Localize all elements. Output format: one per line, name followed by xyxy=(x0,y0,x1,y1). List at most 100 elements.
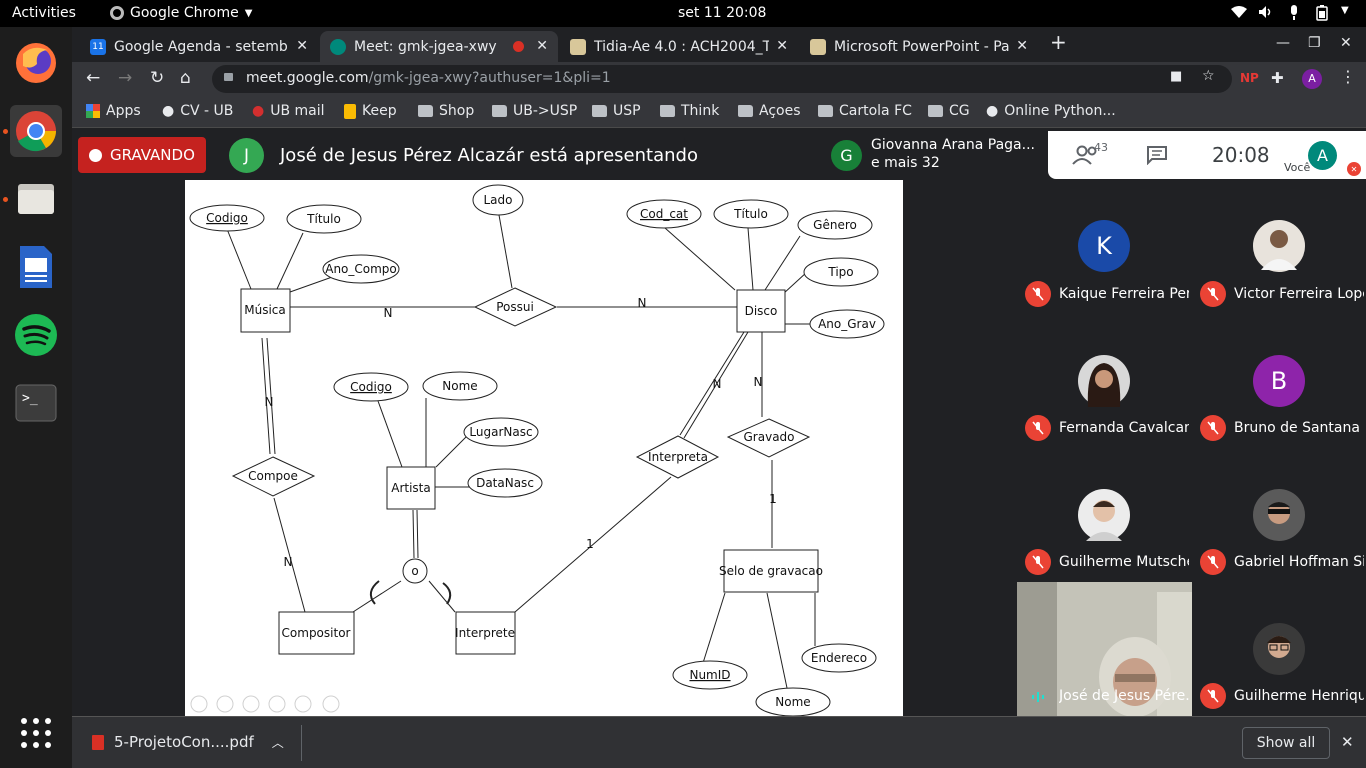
back-icon[interactable]: ← xyxy=(86,68,100,88)
participant-photo-avatar xyxy=(1078,355,1130,407)
ub-mail-icon: ● xyxy=(252,103,265,119)
chat-icon[interactable] xyxy=(1146,145,1168,169)
downloads-bar: 5-ProjetoCon....pdf ︿ Show all ✕ xyxy=(72,716,1366,768)
participant-name: Bruno de Santana ... xyxy=(1234,420,1364,436)
folder-icon xyxy=(418,105,433,117)
home-icon[interactable]: ⌂ xyxy=(180,68,191,88)
bookmark-apps[interactable]: Apps xyxy=(86,103,141,119)
system-menu-caret-icon[interactable]: ▼ xyxy=(1341,5,1349,16)
entity-disco: Disco xyxy=(745,304,778,318)
participant-name: Kaique Ferreira Per... xyxy=(1059,286,1189,302)
self-mic-off-icon[interactable]: ✕ xyxy=(1347,162,1361,176)
mic-off-icon xyxy=(1025,549,1051,575)
app-menu-label: Google Chrome xyxy=(130,5,239,21)
bookmark-folder-usp[interactable]: USP xyxy=(592,103,641,119)
system-clock[interactable]: set 11 20:08 xyxy=(678,5,766,21)
tab-powerpoint[interactable]: Microsoft PowerPoint - Pa ✕ xyxy=(800,31,1038,62)
divider xyxy=(301,725,302,761)
card-compoe-compositor: N xyxy=(284,555,293,569)
url-host: meet.google.com xyxy=(246,70,369,86)
bookmark-keep[interactable]: Keep xyxy=(344,103,397,119)
forward-icon[interactable]: → xyxy=(118,68,132,88)
tidia-icon xyxy=(570,38,586,55)
participant-photo-avatar xyxy=(1253,220,1305,272)
mic-off-icon xyxy=(1200,415,1226,441)
mic-off-icon xyxy=(1200,683,1226,709)
attr-nome-selo: Nome xyxy=(775,695,810,709)
participant-avatar: B xyxy=(1253,355,1305,407)
bookmark-star-icon[interactable]: ☆ xyxy=(1202,68,1215,84)
bookmarks-bar: Apps ● CV - UB ● UB mail Keep Shop UB->USP… xyxy=(72,96,1366,128)
bookmark-ub-mail[interactable]: ● UB mail xyxy=(252,103,325,119)
extensions-puzzle-icon[interactable]: ✚ xyxy=(1271,69,1284,87)
terminal-icon[interactable]: >_ xyxy=(10,377,62,429)
maximize-icon[interactable]: ❐ xyxy=(1308,35,1321,51)
card-disco-interpreta: N xyxy=(713,377,722,391)
microphone-icon[interactable] xyxy=(1289,5,1299,24)
entity-interprete: Interprete xyxy=(455,626,515,640)
participant-count: 43 xyxy=(1094,141,1108,154)
participant-avatar: K xyxy=(1078,220,1130,272)
chrome-menu-icon[interactable]: ⋮ xyxy=(1340,67,1356,86)
tab-google-agenda[interactable]: 11 Google Agenda - setembro ✕ xyxy=(80,31,318,62)
attr-ano-compo: Ano_Compo xyxy=(325,262,397,276)
address-bar[interactable]: meet.google.com/gmk-jgea-xwy?authuser=1&… xyxy=(212,65,1232,93)
self-avatar[interactable]: A xyxy=(1308,141,1337,170)
bookmark-folder-shop[interactable]: Shop xyxy=(418,103,474,119)
download-item[interactable]: 5-ProjetoCon....pdf ︿ xyxy=(92,733,284,751)
speaker-avatar: G xyxy=(831,140,862,171)
minimize-icon[interactable]: — xyxy=(1276,35,1290,51)
folder-icon xyxy=(592,105,607,117)
tab-strip: 11 Google Agenda - setembro ✕ Meet: gmk-… xyxy=(72,27,1366,62)
bookmark-folder-ub-usp[interactable]: UB->USP xyxy=(492,103,577,119)
bookmark-cv-ub[interactable]: ● CV - UB xyxy=(162,103,233,119)
document-viewer-icon[interactable] xyxy=(10,241,62,293)
attr-nome-artista: Nome xyxy=(442,379,477,393)
close-tab-icon[interactable]: ✕ xyxy=(776,38,788,54)
new-tab-button[interactable]: + xyxy=(1050,30,1067,54)
chrome-icon[interactable] xyxy=(10,105,62,157)
spotify-icon[interactable] xyxy=(10,309,62,361)
attr-codigo-musica: Codigo xyxy=(206,211,248,225)
participant-photo-avatar xyxy=(1078,489,1130,541)
battery-icon[interactable] xyxy=(1316,5,1328,25)
system-top-bar: Activities Google Chrome ▼ set 11 20:08 … xyxy=(0,0,1366,27)
camera-blocked-icon[interactable]: ■ xyxy=(1170,69,1182,84)
bookmark-folder-cartola[interactable]: Cartola FC xyxy=(818,103,912,119)
app-menu[interactable]: Google Chrome ▼ xyxy=(110,5,252,21)
activities-button[interactable]: Activities xyxy=(12,5,76,21)
close-tab-icon[interactable]: ✕ xyxy=(536,38,548,54)
bookmark-folder-cg[interactable]: CG xyxy=(928,103,970,119)
close-tab-icon[interactable]: ✕ xyxy=(1016,38,1028,54)
chevron-up-icon[interactable]: ︿ xyxy=(272,734,284,751)
running-indicator xyxy=(3,197,8,202)
keep-icon xyxy=(344,103,356,119)
recording-badge[interactable]: GRAVANDO xyxy=(78,137,206,173)
er-diagram: Codigo Título Ano_Compo Música Lado Poss… xyxy=(189,184,885,716)
folder-icon xyxy=(492,105,507,117)
wifi-icon[interactable] xyxy=(1230,5,1248,23)
files-icon[interactable] xyxy=(10,173,62,225)
close-window-icon[interactable]: ✕ xyxy=(1340,35,1352,51)
participant-name: Guilherme Mutsche... xyxy=(1059,554,1189,570)
bookmark-folder-acoes[interactable]: Açoes xyxy=(738,103,801,119)
tab-tidia[interactable]: Tidia-Ae 4.0 : ACH2004_Tu ✕ xyxy=(560,31,798,62)
rel-possui: Possui xyxy=(496,300,534,314)
attr-lado: Lado xyxy=(484,193,513,207)
attr-genero: Gênero xyxy=(813,218,857,232)
meeting-clock: 20:08 xyxy=(1212,143,1270,167)
show-all-button[interactable]: Show all xyxy=(1242,727,1330,759)
volume-icon[interactable] xyxy=(1258,5,1274,23)
show-applications-icon[interactable] xyxy=(10,707,62,759)
presenter-avatar: J xyxy=(229,138,264,173)
firefox-icon[interactable] xyxy=(10,37,62,89)
participant-photo-avatar xyxy=(1253,489,1305,541)
close-tab-icon[interactable]: ✕ xyxy=(296,38,308,54)
extension-np-icon[interactable]: NP xyxy=(1240,71,1259,85)
close-downloads-icon[interactable]: ✕ xyxy=(1341,733,1354,751)
reload-icon[interactable]: ↻ xyxy=(150,68,164,88)
tab-meet[interactable]: Meet: gmk-jgea-xwy ✕ xyxy=(320,31,558,62)
bookmark-folder-think[interactable]: Think xyxy=(660,103,719,119)
bookmark-online-python[interactable]: ● Online Python... xyxy=(986,103,1116,119)
profile-avatar[interactable]: A xyxy=(1302,69,1322,89)
